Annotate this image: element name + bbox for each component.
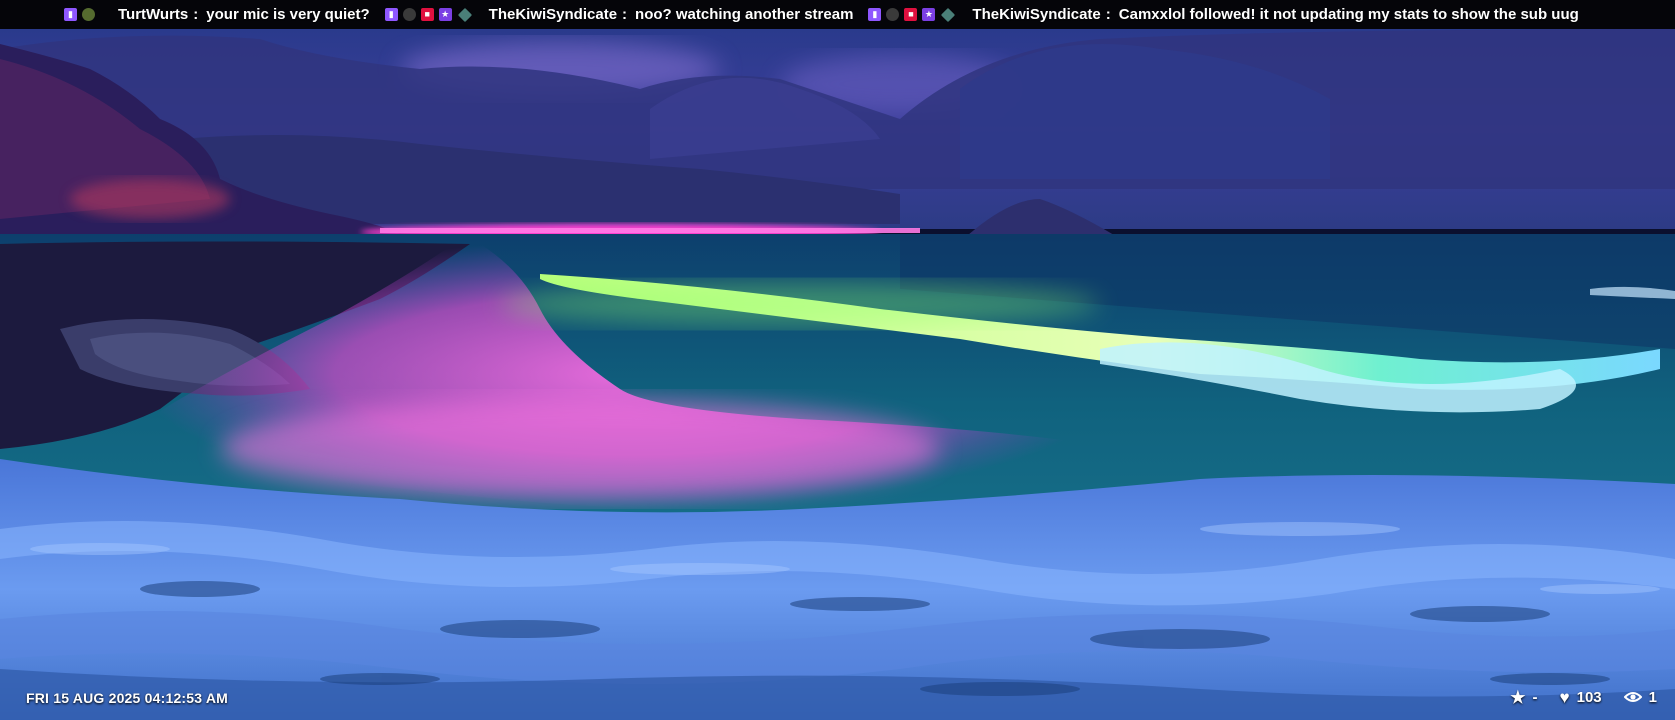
camera-icon: ■ [420,8,434,21]
mouse-icon [886,8,900,21]
likes-stat: ♥ 103 [1560,689,1602,706]
chat-separator: : [622,6,628,23]
chat-message: ▮ ■ ★ TheKiwiSyndicate : noo? watching a… [384,6,854,23]
eye-icon [1623,689,1643,706]
rating-value: - [1532,689,1538,706]
stream-stats: ★ - ♥ 103 1 [1488,689,1657,706]
beach-scene-background [0,29,1675,720]
chat-text: noo? watching another stream [635,6,854,23]
chat-message: ▮ TurtWurts : your mic is very quiet? [64,6,370,23]
chat-message: ▮ ■ ★ TheKiwiSyndicate : Camxxlol follow… [868,6,1579,23]
chat-ticker: ▮ TurtWurts : your mic is very quiet? ▮ … [0,0,1675,29]
star-icon: ★ [1510,688,1526,707]
datetime-clock: FRI 15 AUG 2025 04:12:53 AM [26,690,229,706]
camera-icon: ■ [904,8,918,21]
gem-icon [457,7,472,22]
chat-text: your mic is very quiet? [206,6,370,23]
mouse-icon [402,8,416,21]
twitch-icon: ▮ [868,8,882,21]
viewers-count: 1 [1648,689,1657,706]
star-icon: ★ [922,8,936,21]
chat-username: TheKiwiSyndicate [972,6,1101,23]
chat-separator: : [193,6,199,23]
likes-count: 103 [1576,689,1602,706]
rating-stat: ★ - [1510,689,1537,706]
twitch-icon: ▮ [384,8,398,21]
gem-icon [941,7,956,22]
chat-username: TheKiwiSyndicate [488,6,618,23]
star-icon: ★ [438,8,452,21]
twitch-icon: ▮ [64,8,77,21]
chat-text: Camxxlol followed! it not updating my st… [1118,6,1579,23]
globe-icon [82,8,95,21]
heart-icon: ♥ [1559,688,1570,707]
viewers-stat: 1 [1623,689,1657,706]
chat-separator: : [1105,6,1111,23]
chat-username: TurtWurts [118,6,189,23]
stream-overlay: ▮ TurtWurts : your mic is very quiet? ▮ … [0,0,1675,720]
